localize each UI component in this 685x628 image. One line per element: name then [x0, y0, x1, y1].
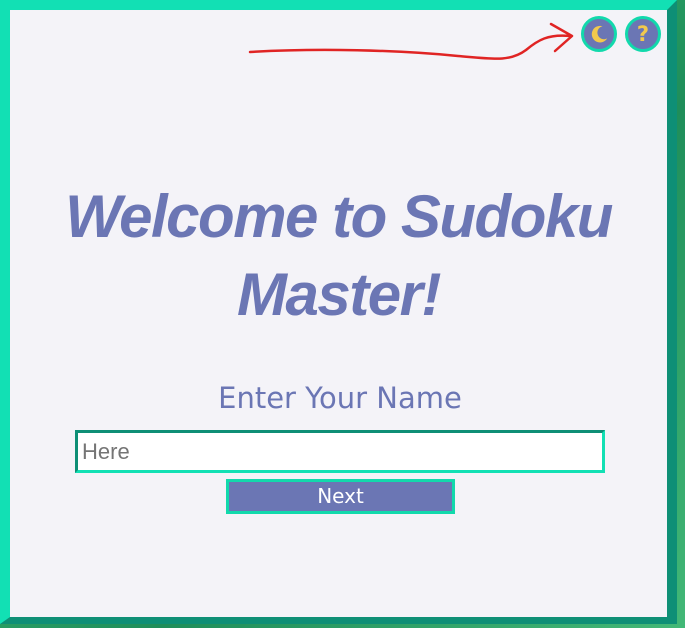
annotation-arrow [248, 22, 574, 60]
page-title: Welcome to Sudoku Master! [65, 183, 613, 328]
theme-toggle-button[interactable] [581, 16, 617, 52]
name-input[interactable] [75, 430, 605, 473]
help-button[interactable]: ? [625, 16, 661, 52]
welcome-dialog: ? Welcome to Sudoku Master! Enter Your N… [0, 0, 677, 624]
name-prompt-label: Enter Your Name [218, 381, 462, 415]
moon-icon [591, 25, 608, 43]
question-mark-icon: ? [636, 21, 650, 46]
next-button[interactable]: Next [226, 479, 455, 514]
